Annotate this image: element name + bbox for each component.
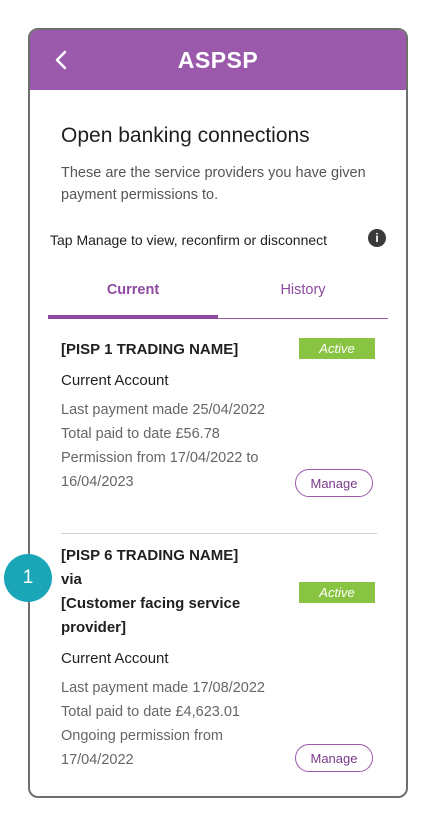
connection-card-pisp-6: [PISP 6 TRADING NAME] via [Customer faci… xyxy=(61,544,377,772)
status-badge-active: Active xyxy=(299,338,375,359)
connection-account: Current Account xyxy=(61,650,169,667)
status-badge-active: Active xyxy=(299,582,375,603)
tab-history[interactable]: History xyxy=(218,270,388,318)
info-icon[interactable]: i xyxy=(368,229,386,247)
card-divider xyxy=(61,533,377,534)
phone-frame: ASPSP Open banking connections These are… xyxy=(28,28,408,798)
total-paid-text: Total paid to date £4,623.01 xyxy=(61,704,240,720)
connection-name-line1: [PISP 6 TRADING NAME] xyxy=(61,547,239,564)
total-paid-text: Total paid to date £56.78 xyxy=(61,426,220,442)
page-title: Open banking connections xyxy=(61,124,310,147)
app-bar-title: ASPSP xyxy=(177,46,259,73)
connection-account: Current Account xyxy=(61,372,169,389)
step-number-badge: 1 xyxy=(4,554,52,602)
manage-instruction: Tap Manage to view, reconfirm or disconn… xyxy=(50,232,328,248)
connection-name-line4: provider] xyxy=(61,619,127,636)
manage-button-pisp-1[interactable]: Manage xyxy=(295,469,373,497)
manage-button-pisp-6[interactable]: Manage xyxy=(295,744,373,772)
last-payment-text: Last payment made 25/04/2022 xyxy=(61,402,265,418)
connection-tabs: Current History xyxy=(48,270,388,319)
app-bar: ASPSP xyxy=(30,30,406,90)
permission-text-line1: Permission from 17/04/2022 to xyxy=(61,450,259,466)
page-description: These are the service providers you have… xyxy=(61,165,366,203)
chevron-left-icon[interactable] xyxy=(50,48,74,72)
tab-current[interactable]: Current xyxy=(48,270,218,319)
last-payment-text: Last payment made 17/08/2022 xyxy=(61,680,265,696)
